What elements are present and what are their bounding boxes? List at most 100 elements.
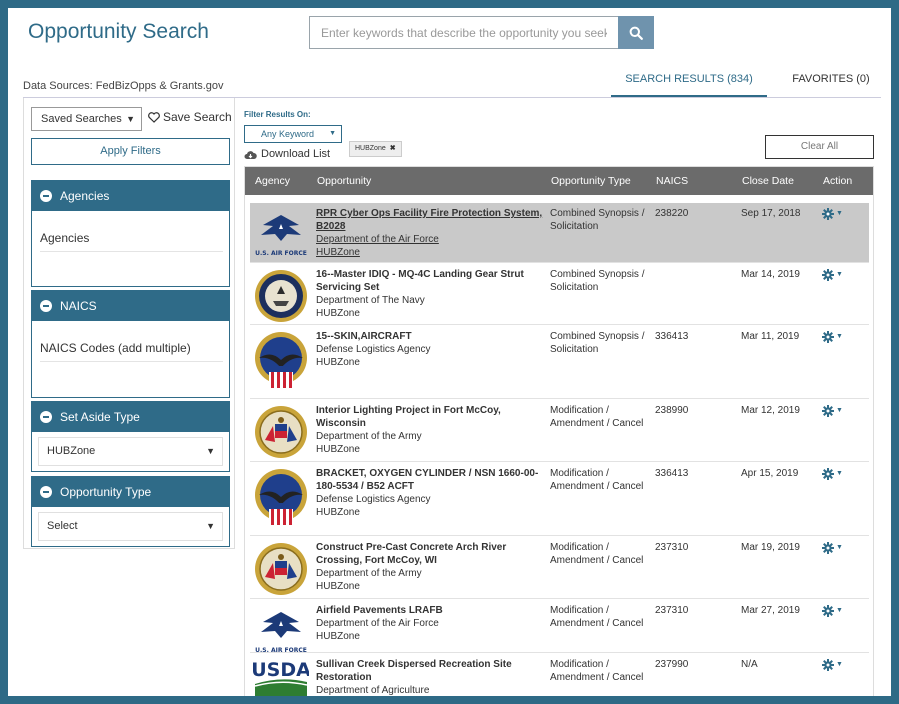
gear-icon bbox=[822, 404, 834, 417]
action-menu-button[interactable]: ▼ bbox=[822, 404, 843, 417]
table-row[interactable]: 16--Master IDIQ - MQ-4C Landing Gear Str… bbox=[250, 264, 869, 325]
chip-label: HUBZone bbox=[355, 145, 386, 152]
filter-sidebar: Saved Searches ▼ Save Search Apply Filte… bbox=[23, 98, 235, 549]
opportunity-type-cell: Combined Synopsis / Solicitation bbox=[550, 269, 645, 293]
close-icon[interactable]: ✖ bbox=[390, 145, 396, 152]
agencies-panel-header[interactable]: Agencies bbox=[32, 181, 229, 211]
opportunity-title-link[interactable]: 15--SKIN,AIRCRAFT bbox=[316, 330, 548, 343]
gear-icon bbox=[822, 330, 834, 343]
table-row[interactable]: 15--SKIN,AIRCRAFT Defense Logistics Agenc… bbox=[250, 326, 869, 399]
caret-down-icon: ▼ bbox=[329, 130, 336, 137]
table-row[interactable]: USDA Sullivan Creek Dispersed Recreation … bbox=[250, 654, 869, 696]
set-aside-select[interactable]: HUBZone ▼ bbox=[38, 437, 223, 466]
table-header: Agency Opportunity Opportunity Type NAIC… bbox=[245, 167, 873, 195]
col-header-opportunity[interactable]: Opportunity bbox=[317, 167, 371, 195]
opportunity-title-link[interactable]: Sullivan Creek Dispersed Recreation Site… bbox=[316, 658, 548, 684]
search-button[interactable] bbox=[618, 16, 654, 49]
close-date-cell: Mar 14, 2019 bbox=[741, 269, 800, 280]
table-row[interactable]: U.S. AIR FORCE RPR Cyber Ops Facility Fir… bbox=[250, 203, 869, 263]
save-search-button[interactable]: Save Search bbox=[148, 110, 232, 124]
opportunity-title-link[interactable]: Construct Pre-Cast Concrete Arch River C… bbox=[316, 541, 548, 567]
col-header-naics[interactable]: NAICS bbox=[656, 167, 688, 195]
table-row[interactable]: BRACKET, OXYGEN CYLINDER / NSN 1660-00-1… bbox=[250, 463, 869, 536]
caret-down-icon: ▼ bbox=[126, 114, 135, 124]
gear-icon bbox=[822, 658, 834, 671]
caret-down-icon: ▼ bbox=[206, 521, 215, 531]
naics-cell: 238990 bbox=[655, 405, 689, 416]
naics-cell: 238220 bbox=[655, 208, 689, 219]
agencies-panel-title: Agencies bbox=[60, 189, 110, 203]
collapse-icon bbox=[40, 486, 52, 498]
action-menu-button[interactable]: ▼ bbox=[822, 207, 843, 220]
keyword-filter-select[interactable]: Any Keyword ▼ bbox=[244, 125, 342, 143]
opportunity-agency: Defense Logistics Agency bbox=[316, 344, 431, 355]
opportunity-cell: RPR Cyber Ops Facility Fire Protection S… bbox=[316, 207, 548, 259]
naics-cell: 237990 bbox=[655, 659, 689, 670]
search-bar bbox=[309, 16, 654, 49]
divider bbox=[40, 251, 223, 252]
action-menu-button[interactable]: ▼ bbox=[822, 467, 843, 480]
agencies-input[interactable]: Agencies bbox=[40, 231, 89, 245]
action-menu-button[interactable]: ▼ bbox=[822, 604, 843, 617]
set-aside-panel-header[interactable]: Set Aside Type bbox=[32, 402, 229, 432]
opportunity-title-link[interactable]: BRACKET, OXYGEN CYLINDER / NSN 1660-00-1… bbox=[316, 467, 548, 493]
saved-searches-select[interactable]: Saved Searches ▼ bbox=[31, 107, 142, 131]
search-input[interactable] bbox=[309, 16, 618, 49]
action-menu-button[interactable]: ▼ bbox=[822, 658, 843, 671]
close-date-cell: Mar 19, 2019 bbox=[741, 542, 800, 553]
opportunity-cell: BRACKET, OXYGEN CYLINDER / NSN 1660-00-1… bbox=[316, 467, 548, 519]
app-frame: Opportunity Search Data Sources: FedBizO… bbox=[8, 8, 891, 696]
opportunity-cell: Interior Lighting Project in Fort McCoy,… bbox=[316, 404, 548, 456]
naics-input[interactable]: NAICS Codes (add multiple) bbox=[40, 341, 191, 355]
opportunity-cell: Sullivan Creek Dispersed Recreation Site… bbox=[316, 658, 548, 696]
download-list-button[interactable]: Download List bbox=[244, 148, 330, 160]
cloud-download-icon bbox=[244, 150, 257, 159]
naics-panel-header[interactable]: NAICS bbox=[32, 291, 229, 321]
action-menu-button[interactable]: ▼ bbox=[822, 330, 843, 343]
caret-down-icon: ▼ bbox=[206, 446, 215, 456]
keyword-filter-value: Any Keyword bbox=[261, 129, 315, 139]
opportunity-agency: Department of Agriculture bbox=[316, 685, 430, 696]
opportunity-title-link[interactable]: Airfield Pavements LRAFB bbox=[316, 604, 548, 617]
gear-icon bbox=[822, 541, 834, 554]
opportunity-type-select[interactable]: Select ▼ bbox=[38, 512, 223, 541]
action-menu-button[interactable]: ▼ bbox=[822, 268, 843, 281]
opportunity-type-panel: Opportunity Type Select ▼ bbox=[31, 476, 230, 547]
army-logo bbox=[253, 541, 309, 595]
opportunity-set-aside: HUBZone bbox=[316, 308, 360, 319]
dla-logo bbox=[253, 330, 309, 388]
col-header-opportunity-type[interactable]: Opportunity Type bbox=[551, 167, 631, 195]
opportunity-set-aside: HUBZone bbox=[316, 357, 360, 368]
close-date-cell: Mar 11, 2019 bbox=[741, 331, 800, 342]
close-date-cell: Mar 12, 2019 bbox=[741, 405, 800, 416]
gear-icon bbox=[822, 467, 834, 480]
opportunity-title-link[interactable]: RPR Cyber Ops Facility Fire Protection S… bbox=[316, 207, 548, 233]
apply-filters-button[interactable]: Apply Filters bbox=[31, 138, 230, 165]
table-row[interactable]: Construct Pre-Cast Concrete Arch River C… bbox=[250, 537, 869, 599]
col-header-close-date[interactable]: Close Date bbox=[742, 167, 794, 195]
opportunity-type-panel-header[interactable]: Opportunity Type bbox=[32, 477, 229, 507]
opportunity-cell: 15--SKIN,AIRCRAFT Defense Logistics Agenc… bbox=[316, 330, 548, 369]
hubzone-filter-chip[interactable]: HUBZone ✖ bbox=[349, 141, 402, 157]
naics-cell: 336413 bbox=[655, 468, 689, 479]
opportunity-agency: Department of the Air Force bbox=[316, 234, 439, 245]
opportunity-agency: Department of the Army bbox=[316, 431, 422, 442]
air-force-logo-text: U.S. AIR FORCE bbox=[255, 647, 307, 654]
opportunity-set-aside: HUBZone bbox=[316, 631, 360, 642]
opportunity-type-cell: Combined Synopsis / Solicitation bbox=[550, 331, 645, 355]
tab-favorites[interactable]: FAVORITES (0) bbox=[781, 71, 881, 98]
tab-search-results[interactable]: SEARCH RESULTS (834) bbox=[611, 71, 767, 98]
naics-cell: 237310 bbox=[655, 605, 689, 616]
opportunity-type-cell: Modification / Amendment / Cancel bbox=[550, 468, 644, 492]
action-menu-button[interactable]: ▼ bbox=[822, 541, 843, 554]
table-row[interactable]: Interior Lighting Project in Fort McCoy,… bbox=[250, 400, 869, 462]
opportunity-type-cell: Modification / Amendment / Cancel bbox=[550, 605, 644, 629]
filter-results-label: Filter Results On: bbox=[244, 110, 311, 119]
opportunity-title-link[interactable]: Interior Lighting Project in Fort McCoy,… bbox=[316, 404, 548, 430]
table-row[interactable]: U.S. AIR FORCE Airfield Pavements LRAFB De… bbox=[250, 600, 869, 654]
close-date-cell: Mar 27, 2019 bbox=[741, 605, 800, 616]
opportunity-title-link[interactable]: 16--Master IDIQ - MQ-4C Landing Gear Str… bbox=[316, 268, 548, 294]
navy-logo bbox=[253, 268, 309, 322]
clear-all-button[interactable]: Clear All bbox=[765, 135, 874, 159]
col-header-agency[interactable]: Agency bbox=[255, 167, 290, 195]
